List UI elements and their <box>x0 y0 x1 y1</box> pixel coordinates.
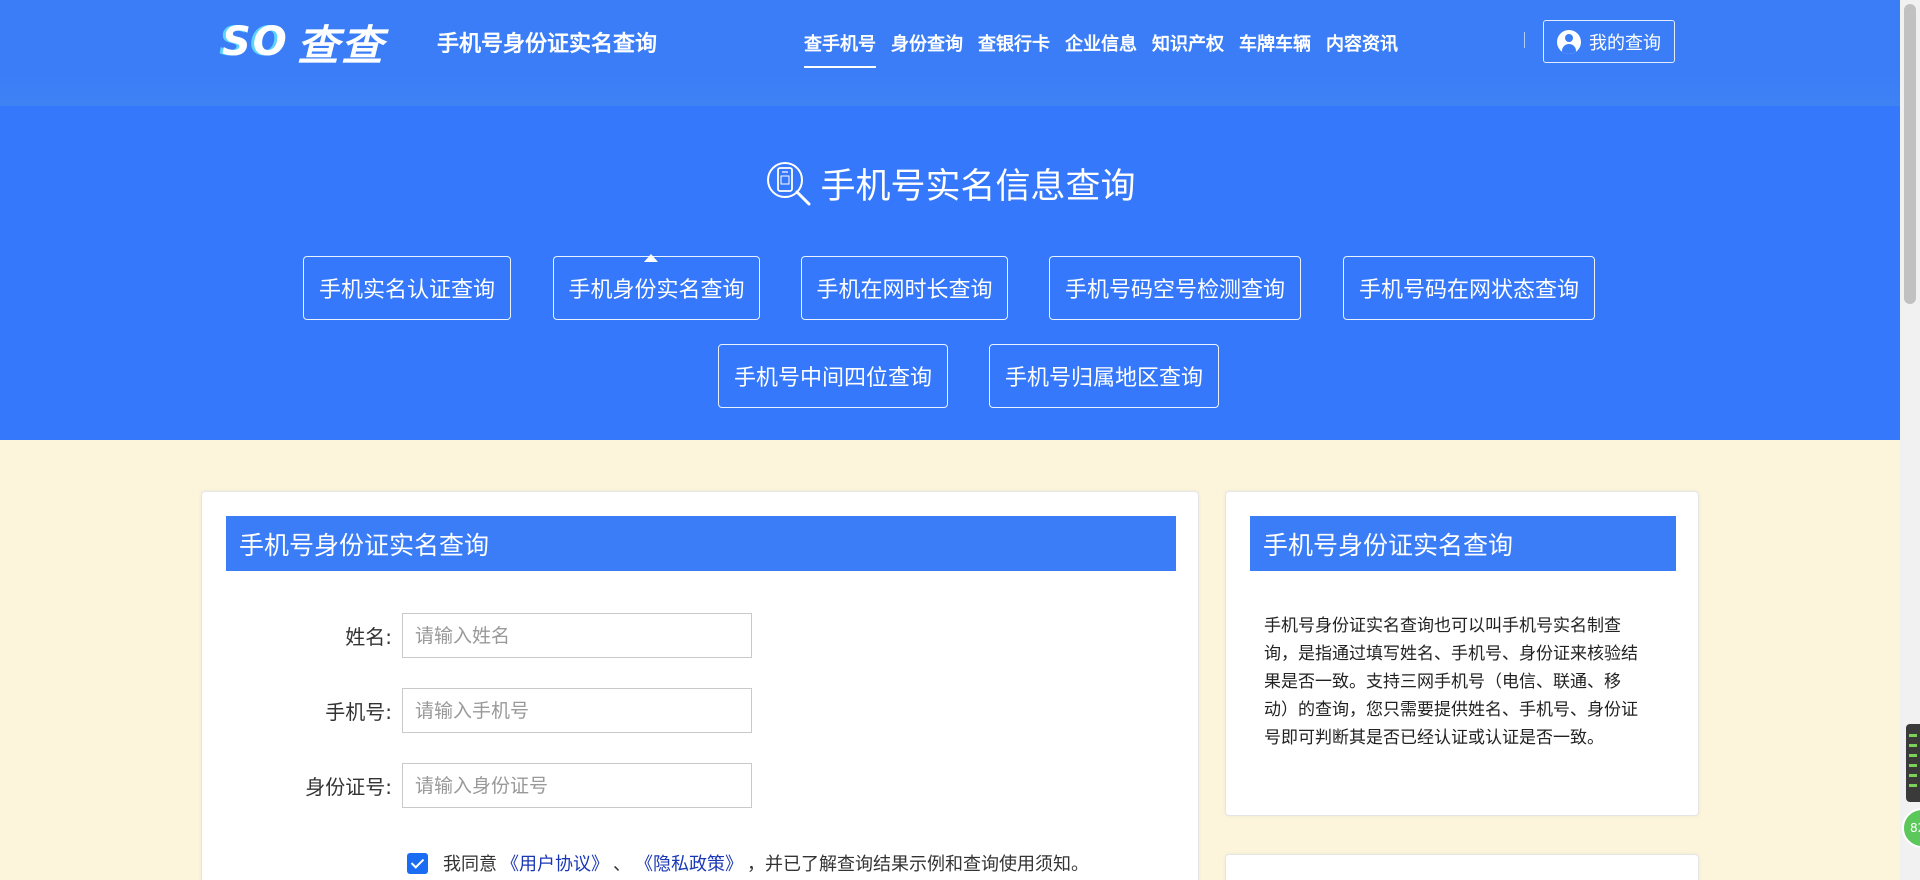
name-row: 姓名: <box>202 613 752 658</box>
pill-online-status[interactable]: 手机号码在网状态查询 <box>1343 256 1595 320</box>
info-card-header: 手机号身份证实名查询 <box>1250 516 1676 571</box>
nav-item-news[interactable]: 内容资讯 <box>1326 30 1398 68</box>
pill-middle-four-digits[interactable]: 手机号中间四位查询 <box>718 344 948 408</box>
pill-realname-auth[interactable]: 手机实名认证查询 <box>303 256 511 320</box>
user-icon <box>1557 29 1581 54</box>
side-widget[interactable] <box>1906 724 1920 802</box>
logo-so: SO <box>222 19 289 65</box>
pill-region-lookup[interactable]: 手机号归属地区查询 <box>989 344 1219 408</box>
phone-label: 手机号: <box>325 700 392 724</box>
id-number-label: 身份证号: <box>305 775 392 799</box>
nav-item-vehicle[interactable]: 车牌车辆 <box>1239 30 1311 68</box>
nav-item-identity[interactable]: 身份查询 <box>891 30 963 68</box>
nav-item-company[interactable]: 企业信息 <box>1065 30 1137 68</box>
agreement-row: 我同意 《用户协议》 、 《隐私政策》 ，并已了解查询结果示例和查询使用须知。 <box>407 850 1089 876</box>
name-label: 姓名: <box>345 625 392 649</box>
hero-title-text: 手机号实名信息查询 <box>820 167 1136 207</box>
phone-row: 手机号: <box>202 688 752 733</box>
my-query-label: 我的查询 <box>1589 32 1661 54</box>
agree-separator: 、 <box>613 854 631 875</box>
nav-item-bank-card[interactable]: 查银行卡 <box>978 30 1050 68</box>
query-form-card: 手机号身份证实名查询 姓名: 手机号: 身份证号: 我同意 《用户协议》 、 《… <box>201 491 1199 880</box>
scrollbar-thumb[interactable] <box>1904 4 1916 304</box>
nav-divider <box>1524 32 1525 48</box>
site-title: 手机号身份证实名查询 <box>437 32 658 57</box>
pill-identity-realname[interactable]: 手机身份实名查询 <box>553 256 760 320</box>
id-number-input[interactable] <box>402 763 752 808</box>
info-description: 手机号身份证实名查询也可以叫手机号实名制查询，是指通过填写姓名、手机号、身份证来… <box>1264 616 1638 748</box>
id-number-row: 身份证号: <box>202 763 752 808</box>
site-logo[interactable]: SO 查查 <box>222 18 385 70</box>
pill-online-duration[interactable]: 手机在网时长查询 <box>801 256 1008 320</box>
main-nav: 查手机号 身份查询 查银行卡 企业信息 知识产权 车牌车辆 内容资讯 <box>804 30 1413 68</box>
agree-suffix: ，并已了解查询结果示例和查询使用须知。 <box>747 854 1089 875</box>
phone-input[interactable] <box>402 688 752 733</box>
hero-banner: 手机号实名信息查询 手机实名认证查询 手机身份实名查询 手机在网时长查询 手机号… <box>0 106 1900 440</box>
nav-item-ip[interactable]: 知识产权 <box>1152 30 1224 68</box>
my-query-button[interactable]: 我的查询 <box>1543 20 1675 63</box>
pill-empty-number-check[interactable]: 手机号码空号检测查询 <box>1049 256 1301 320</box>
phone-search-icon <box>767 161 811 205</box>
top-header: SO 查查 手机号身份证实名查询 查手机号 身份查询 查银行卡 企业信息 知识产… <box>0 0 1900 106</box>
logo-cn: 查查 <box>296 20 385 70</box>
hero-title: 手机号实名信息查询 <box>0 158 1900 209</box>
agree-prefix: 我同意 <box>443 854 497 875</box>
form-card-header: 手机号身份证实名查询 <box>226 516 1176 571</box>
privacy-policy-link[interactable]: 《隐私政策》 <box>635 850 743 876</box>
info-card: 手机号身份证实名查询 手机号身份证实名查询也可以叫手机号实名制查询，是指通过填写… <box>1225 491 1699 816</box>
user-agreement-link[interactable]: 《用户协议》 <box>501 850 609 876</box>
nav-item-phone[interactable]: 查手机号 <box>804 30 876 68</box>
secondary-card <box>1225 854 1699 880</box>
name-input[interactable] <box>402 613 752 658</box>
agree-checkbox[interactable] <box>407 852 428 874</box>
